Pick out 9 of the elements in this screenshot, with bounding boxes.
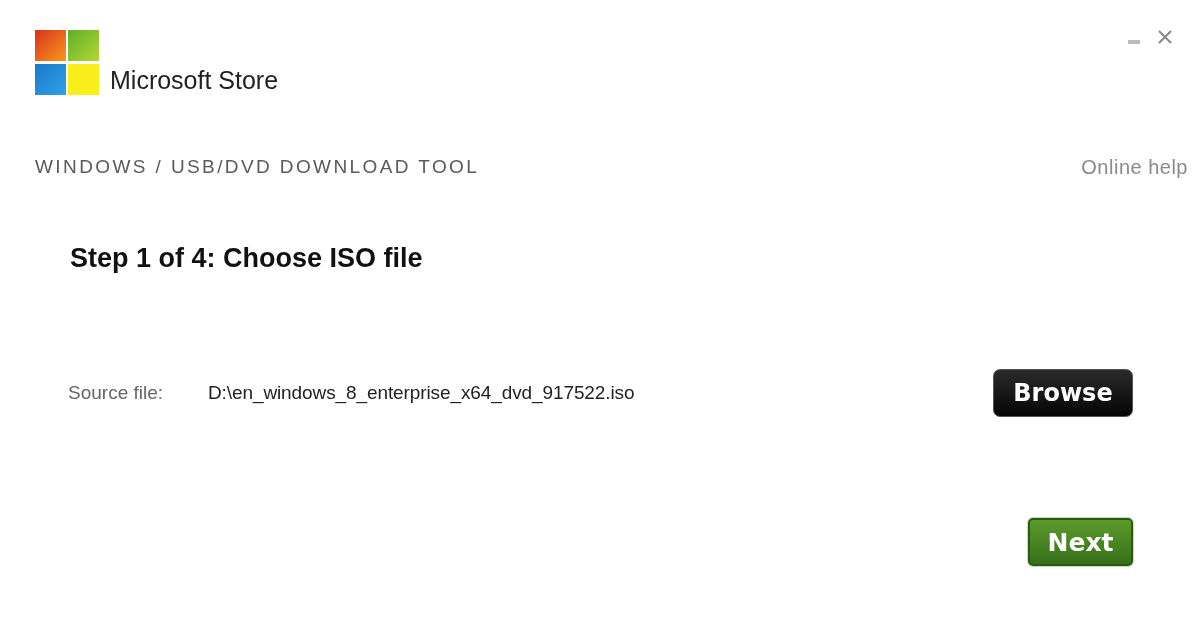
brand-name: Microsoft Store	[110, 68, 279, 93]
step-title: Step 1 of 4: Choose ISO file	[70, 242, 424, 275]
source-file-label: Source file:	[68, 382, 165, 404]
tool-title: WINDOWS / USB/DVD DOWNLOAD TOOL	[35, 155, 480, 179]
four-square-logo-icon	[35, 30, 99, 95]
browse-button[interactable]: Browse	[993, 369, 1133, 417]
close-icon[interactable]	[1158, 30, 1172, 44]
next-button[interactable]: Next	[1028, 518, 1133, 566]
file-path-field[interactable]: D:\en_windows_8_enterprise_x64_dvd_917522.iso	[208, 382, 635, 404]
